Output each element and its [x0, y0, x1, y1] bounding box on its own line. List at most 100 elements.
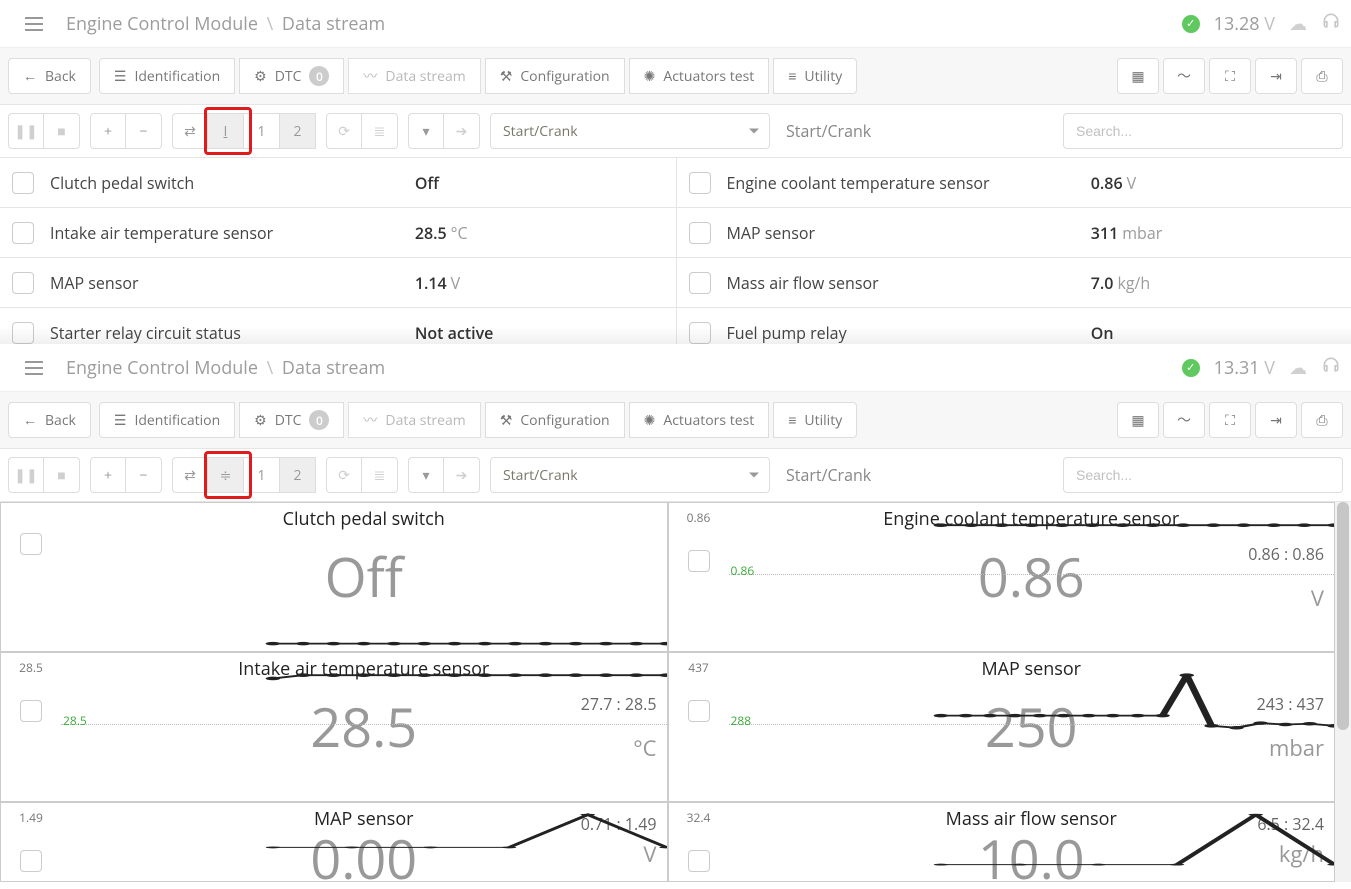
stop-icon: ■: [57, 122, 65, 141]
vertical-scrollbar[interactable]: [1335, 502, 1351, 882]
forward-button[interactable]: ➔: [444, 113, 480, 149]
filter-button[interactable]: ▾: [408, 113, 444, 149]
remove-button[interactable]: −: [126, 457, 162, 493]
cloud-icon[interactable]: ☁: [1289, 356, 1307, 380]
cloud-icon[interactable]: ☁: [1289, 12, 1307, 36]
pause-button[interactable]: ❚❚: [8, 113, 44, 149]
print-button[interactable]: ⎙: [1301, 402, 1343, 438]
card-checkbox[interactable]: [20, 533, 42, 555]
expand-button[interactable]: ⛶: [1209, 58, 1251, 94]
headset-icon[interactable]: [1321, 355, 1341, 381]
refresh-button[interactable]: ⟳: [326, 457, 362, 493]
param-unit: mbar: [1122, 222, 1162, 244]
list-button[interactable]: ≣: [362, 457, 398, 493]
reorder-button[interactable]: ⇄: [172, 457, 208, 493]
remove-button[interactable]: −: [126, 113, 162, 149]
row-checkbox[interactable]: [689, 272, 711, 294]
chart-view-button[interactable]: 〜: [1163, 58, 1205, 94]
forward-button[interactable]: ➔: [444, 457, 480, 493]
col-1-button[interactable]: 1: [244, 113, 280, 149]
tab-data-stream[interactable]: 〰 Data stream: [348, 58, 480, 94]
hamburger-menu[interactable]: [10, 6, 58, 42]
hamburger-menu[interactable]: [10, 350, 58, 386]
list-item[interactable]: Mass air flow sensor7.0kg/h: [676, 258, 1351, 308]
add-button[interactable]: +: [90, 457, 126, 493]
row-checkbox[interactable]: [12, 172, 34, 194]
status-ok-icon: ✓: [1182, 15, 1200, 33]
chart-card[interactable]: 28.5Intake air temperature sensor28.528.…: [0, 652, 668, 802]
row-checkbox[interactable]: [689, 222, 711, 244]
row-checkbox[interactable]: [689, 172, 711, 194]
list-item[interactable]: Clutch pedal switchOff: [0, 158, 676, 208]
card-checkbox[interactable]: [688, 700, 710, 722]
stop-button[interactable]: ■: [44, 113, 80, 149]
search-input[interactable]: [1076, 114, 1330, 148]
preset-select[interactable]: Start/Crank: [490, 457, 770, 493]
chart-card[interactable]: 32.4Mass air flow sensor10.06.5 : 32.4kg…: [668, 802, 1336, 882]
swap-icon: ⇄: [184, 466, 196, 485]
engine-icon: ⚙: [254, 411, 267, 430]
grid-view-button[interactable]: ▦: [1117, 58, 1159, 94]
row-checkbox[interactable]: [12, 272, 34, 294]
tools-icon: ≡: [788, 411, 796, 430]
card-checkbox[interactable]: [688, 850, 710, 872]
export-button[interactable]: ⇥: [1255, 402, 1297, 438]
chart-card[interactable]: 437MAP sensor288250243 : 437mbar: [668, 652, 1336, 802]
pause-button[interactable]: ❚❚: [8, 457, 44, 493]
list-item[interactable]: Starter relay circuit statusNot active: [0, 308, 676, 344]
back-button[interactable]: ← Back: [8, 402, 91, 438]
axis-max: 28.5: [19, 659, 43, 676]
tab-dtc[interactable]: ⚙ DTC 0: [239, 58, 344, 94]
list-item[interactable]: Intake air temperature sensor28.5°C: [0, 208, 676, 258]
grid-view-button[interactable]: ▦: [1117, 402, 1159, 438]
print-button[interactable]: ⎙: [1301, 58, 1343, 94]
card-checkbox[interactable]: [20, 700, 42, 722]
chart-view-button[interactable]: 〜: [1163, 402, 1205, 438]
tab-identification-label: Identification: [134, 67, 220, 86]
row-checkbox[interactable]: [689, 322, 711, 344]
tab-configuration[interactable]: ⚒ Configuration: [485, 58, 625, 94]
view-chart-button[interactable]: ≑: [208, 457, 244, 493]
tab-actuators[interactable]: ✺ Actuators test: [629, 58, 770, 94]
preset-select[interactable]: Start/Crank: [490, 113, 770, 149]
tab-utility[interactable]: ≡Utility: [773, 402, 857, 438]
chart-card[interactable]: 1.49MAP sensor0.000.71 : 1.49V: [0, 802, 668, 882]
scrollbar-thumb[interactable]: [1337, 502, 1349, 730]
col-2-button[interactable]: 2: [280, 113, 316, 149]
list-button[interactable]: ≣: [362, 113, 398, 149]
search-field[interactable]: [1063, 457, 1343, 493]
stop-button[interactable]: ■: [44, 457, 80, 493]
tab-configuration[interactable]: ⚒Configuration: [485, 402, 625, 438]
filter-button[interactable]: ▾: [408, 457, 444, 493]
tab-identification[interactable]: ☰Identification: [99, 402, 235, 438]
tab-data-stream[interactable]: 〰Data stream: [348, 402, 480, 438]
search-field[interactable]: [1063, 113, 1343, 149]
expand-button[interactable]: ⛶: [1209, 402, 1251, 438]
refresh-button[interactable]: ⟳: [326, 113, 362, 149]
headset-icon[interactable]: [1321, 11, 1341, 37]
tab-utility[interactable]: ≡ Utility: [773, 58, 857, 94]
tab-actuators[interactable]: ✺Actuators test: [629, 402, 770, 438]
search-input[interactable]: [1076, 458, 1330, 492]
add-button[interactable]: +: [90, 113, 126, 149]
list-item[interactable]: MAP sensor311mbar: [676, 208, 1351, 258]
chart-card[interactable]: 0.86Engine coolant temperature sensor0.8…: [668, 502, 1336, 652]
chart-card[interactable]: Clutch pedal switchOff: [0, 502, 668, 652]
card-checkbox[interactable]: [688, 550, 710, 572]
row-checkbox[interactable]: [12, 322, 34, 344]
card-checkbox[interactable]: [20, 850, 42, 872]
reorder-button[interactable]: ⇄: [172, 113, 208, 149]
row-checkbox[interactable]: [12, 222, 34, 244]
list-item[interactable]: Engine coolant temperature sensor0.86V: [676, 158, 1351, 208]
col-2-button[interactable]: 2: [280, 457, 316, 493]
export-button[interactable]: ⇥: [1255, 58, 1297, 94]
view-text-button[interactable]: I: [208, 113, 244, 149]
list-item[interactable]: MAP sensor1.14V: [0, 258, 676, 308]
back-button[interactable]: ← Back: [8, 58, 91, 94]
col-1-button[interactable]: 1: [244, 457, 280, 493]
tab-identification[interactable]: ☰ Identification: [99, 58, 235, 94]
list-item[interactable]: Fuel pump relayOn: [676, 308, 1351, 344]
tab-dtc[interactable]: ⚙DTC0: [239, 402, 344, 438]
sliders-icon: ⚒: [500, 411, 513, 430]
sparkline: [729, 803, 1335, 881]
